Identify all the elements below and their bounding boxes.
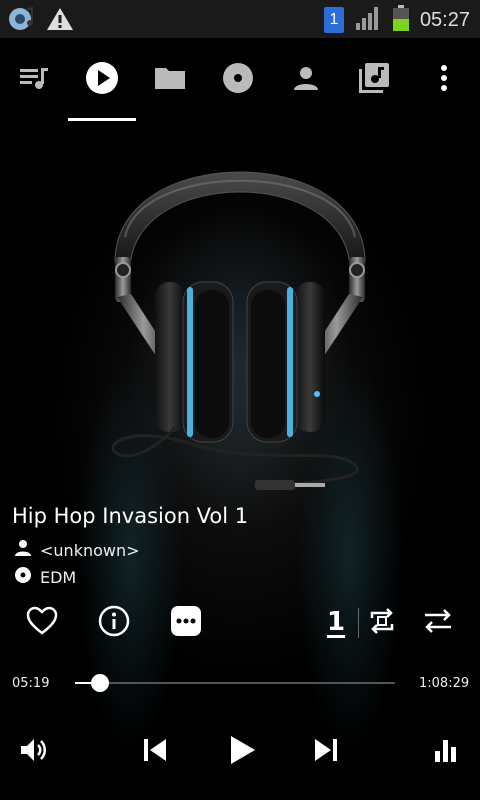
media-app-icon <box>6 6 36 36</box>
info-button[interactable] <box>94 603 134 643</box>
disc-icon <box>14 566 32 588</box>
repeat-count-button[interactable]: 1 <box>318 603 354 643</box>
signal-icon <box>354 5 382 35</box>
more-vert-icon <box>439 64 449 96</box>
equalizer-icon <box>433 737 459 767</box>
more-options-button[interactable] <box>419 60 469 100</box>
more-actions-button[interactable] <box>166 603 206 643</box>
sim-icon: 1 <box>323 7 344 33</box>
person-icon <box>292 64 320 96</box>
seek-thumb[interactable] <box>90 674 109 692</box>
queue-icon <box>19 65 49 95</box>
heart-icon <box>26 606 58 640</box>
album-row: EDM <box>14 566 76 588</box>
track-title: Hip Hop Invasion Vol 1 <box>12 504 249 528</box>
total-time: 1:08:29 <box>419 676 470 691</box>
previous-button[interactable] <box>133 730 177 774</box>
disc-icon <box>222 62 254 98</box>
clock: 05:27 <box>419 8 470 31</box>
volume-icon <box>19 736 49 768</box>
divider <box>358 608 359 638</box>
artist-row: <unknown> <box>14 539 140 561</box>
repeat-icon <box>366 605 398 641</box>
folder-icon <box>154 65 186 95</box>
repeat-button[interactable] <box>362 603 402 643</box>
playlist-icon <box>358 62 390 98</box>
shuffle-button[interactable] <box>418 603 458 643</box>
tab-folders[interactable] <box>145 60 195 100</box>
tab-queue[interactable] <box>9 60 59 100</box>
headphones-image <box>111 171 366 490</box>
play-icon <box>227 734 257 770</box>
status-bar: 1 05:27 <box>0 0 480 38</box>
album-name: EDM <box>40 567 77 587</box>
tab-albums[interactable] <box>213 60 263 100</box>
more-horiz-icon <box>170 605 202 641</box>
skip-previous-icon <box>141 736 169 768</box>
volume-button[interactable] <box>12 730 56 774</box>
repeat-count: 1 <box>326 606 346 638</box>
tab-bar <box>0 50 480 124</box>
tab-artists[interactable] <box>281 60 331 100</box>
warning-icon <box>46 6 74 36</box>
tab-now-playing[interactable] <box>77 60 127 100</box>
next-button[interactable] <box>304 730 348 774</box>
skip-next-icon <box>312 736 340 768</box>
battery-icon <box>392 4 410 36</box>
artist-name: <unknown> <box>40 540 140 560</box>
favorite-button[interactable] <box>22 603 62 643</box>
info-icon <box>98 605 130 641</box>
active-tab-indicator <box>68 118 136 121</box>
play-button[interactable] <box>220 730 264 774</box>
seek-bar[interactable] <box>75 674 395 692</box>
play-icon <box>85 61 119 99</box>
tab-playlists[interactable] <box>349 60 399 100</box>
person-icon <box>14 539 32 561</box>
album-art <box>95 122 385 502</box>
equalizer-button[interactable] <box>424 730 468 774</box>
shuffle-icon <box>422 605 454 641</box>
elapsed-time: 05:19 <box>12 676 50 691</box>
